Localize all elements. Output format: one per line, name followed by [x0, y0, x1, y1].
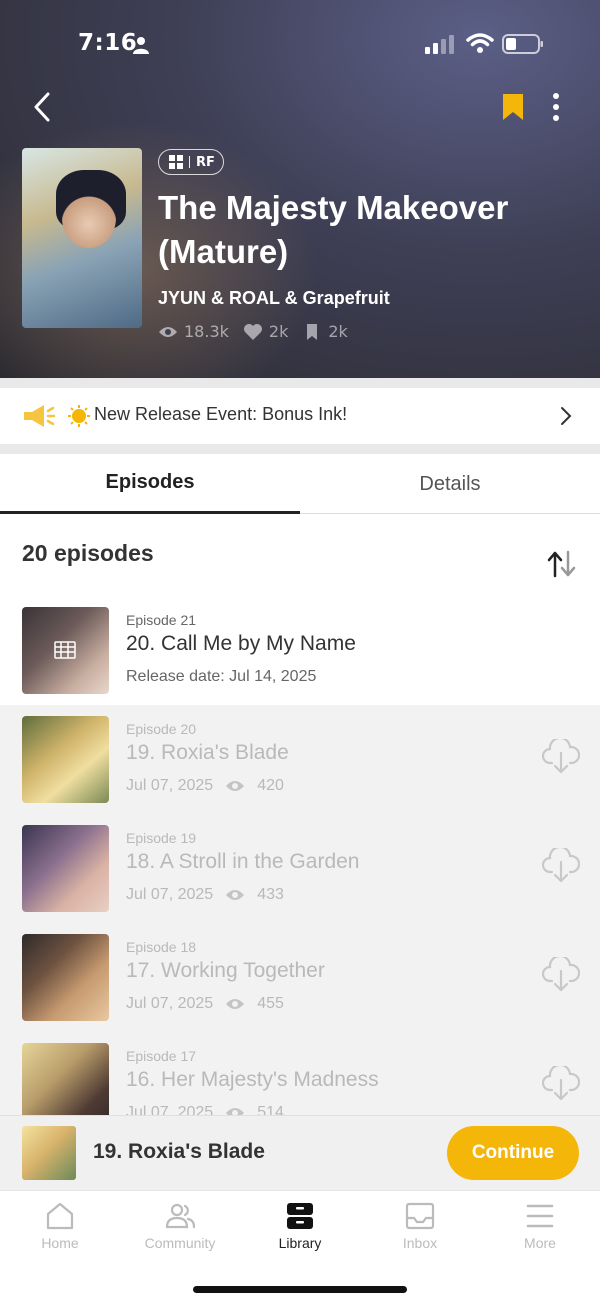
series-title: The Majesty Makeover (Mature)	[158, 189, 509, 270]
tab-episodes[interactable]: Episodes	[0, 454, 300, 514]
community-icon	[165, 1203, 196, 1229]
episode-thumbnail	[22, 1043, 109, 1115]
series-stats: 18.3k 2k 2k	[158, 322, 348, 341]
episode-date: Jul 07, 2025	[126, 777, 214, 794]
bookmarks-stat: 2k	[302, 322, 348, 341]
library-icon	[287, 1203, 313, 1229]
person-icon	[133, 37, 149, 54]
episode-thumbnail	[22, 825, 109, 912]
nav-community[interactable]: Community	[120, 1201, 240, 1261]
inbox-icon	[405, 1202, 435, 1230]
eye-icon	[226, 999, 245, 1009]
bookmark-small-icon	[307, 323, 318, 340]
series-authors: JYUN & ROAL & Grapefruit	[158, 288, 390, 308]
episode-thumbnail	[22, 934, 109, 1021]
episode-count: 20 episodes	[22, 540, 154, 566]
episode-row[interactable]: Episode 20 19. Roxia's Blade Jul 07, 202…	[0, 705, 600, 814]
episode-meta: Jul 07, 2025 455	[126, 995, 284, 1013]
likes-stat: 2k	[243, 322, 288, 341]
badge-label: RF	[196, 154, 215, 170]
episode-views: 433	[257, 886, 284, 903]
event-banner[interactable]: New Release Event: Bonus Ink!	[0, 388, 600, 444]
grid-icon	[169, 155, 183, 169]
episode-views: 420	[257, 777, 284, 794]
episode-number: Episode 17	[126, 1048, 197, 1064]
format-badge: RF	[158, 149, 224, 175]
episode-row[interactable]: Episode 19 18. A Stroll in the Garden Ju…	[0, 814, 600, 923]
home-indicator	[193, 1286, 407, 1293]
episode-release-date: Release date: Jul 14, 2025	[126, 668, 317, 685]
divider	[0, 378, 600, 388]
download-icon[interactable]	[542, 957, 580, 993]
eye-icon	[159, 326, 177, 337]
eye-icon	[226, 890, 245, 900]
download-icon[interactable]	[542, 848, 580, 884]
episode-date: Jul 07, 2025	[126, 995, 214, 1012]
episode-title: 19. Roxia's Blade	[126, 741, 289, 764]
series-cover-image	[22, 148, 142, 328]
sun-emoji-icon	[68, 405, 90, 427]
status-time: 7:16	[78, 30, 138, 56]
download-icon[interactable]	[542, 1066, 580, 1102]
episode-meta: Jul 07, 2025 420	[126, 777, 284, 795]
home-icon	[46, 1202, 74, 1230]
wifi-icon	[466, 33, 494, 53]
episode-number: Episode 21	[126, 612, 197, 628]
episode-title: 16. Her Majesty's Madness	[126, 1068, 379, 1091]
tab-bar: Episodes Details	[0, 454, 600, 514]
continue-thumbnail	[22, 1126, 76, 1180]
event-text: New Release Event: Bonus Ink!	[94, 404, 348, 424]
episode-title: 17. Working Together	[126, 959, 325, 982]
bookmark-icon[interactable]	[500, 92, 526, 122]
episode-number: Episode 19	[126, 830, 197, 846]
sort-icon[interactable]	[546, 550, 578, 578]
nav-more[interactable]: More	[480, 1201, 600, 1261]
episode-views: 455	[257, 995, 284, 1012]
menu-icon	[526, 1204, 554, 1228]
views-stat: 18.3k	[158, 322, 229, 341]
episode-row[interactable]: Episode 18 17. Working Together Jul 07, …	[0, 923, 600, 1032]
episode-number: Episode 18	[126, 939, 197, 955]
episode-title: 20. Call Me by My Name	[126, 632, 356, 655]
episode-number: Episode 20	[126, 721, 197, 737]
eye-icon	[226, 1108, 245, 1115]
battery-icon	[502, 34, 543, 54]
eye-icon	[226, 781, 245, 791]
episode-meta: Jul 07, 2025 514	[126, 1104, 284, 1115]
episode-date: Jul 07, 2025	[126, 886, 214, 903]
more-options-icon[interactable]	[546, 92, 566, 122]
nav-library[interactable]: Library	[240, 1201, 360, 1261]
series-header: 7:16 RF The Majesty Makeover (Mature) JY…	[0, 0, 600, 378]
back-button[interactable]	[28, 90, 58, 124]
episode-title: 18. A Stroll in the Garden	[126, 850, 360, 873]
episode-thumbnail	[22, 716, 109, 803]
nav-inbox[interactable]: Inbox	[360, 1201, 480, 1261]
heart-icon	[243, 323, 262, 340]
continue-button[interactable]: Continue	[447, 1126, 579, 1180]
episode-row[interactable]: Episode 21 20. Call Me by My Name Releas…	[0, 596, 600, 705]
episode-views: 514	[257, 1104, 284, 1115]
megaphone-icon	[24, 405, 56, 427]
episode-thumbnail	[22, 607, 109, 694]
chevron-right-icon	[561, 407, 572, 425]
continue-episode-title: 19. Roxia's Blade	[93, 1140, 265, 1163]
locked-grid-icon	[54, 641, 76, 659]
nav-home[interactable]: Home	[0, 1201, 120, 1261]
signal-icon	[425, 35, 454, 54]
tab-details[interactable]: Details	[300, 454, 600, 514]
episode-meta: Jul 07, 2025 433	[126, 886, 284, 904]
status-bar: 7:16	[0, 28, 600, 64]
divider	[0, 444, 600, 454]
episode-date: Jul 07, 2025	[126, 1104, 214, 1115]
download-icon[interactable]	[542, 739, 580, 775]
continue-reading-bar[interactable]: 19. Roxia's Blade Continue	[0, 1115, 600, 1190]
episode-row[interactable]: Episode 17 16. Her Majesty's Madness Jul…	[0, 1032, 600, 1115]
